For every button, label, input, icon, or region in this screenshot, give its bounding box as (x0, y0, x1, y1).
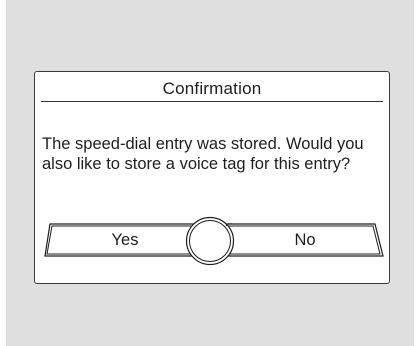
button-bar (44, 216, 384, 266)
yes-button-label: Yes (111, 231, 139, 249)
rotary-knob-icon (185, 216, 235, 266)
no-button-label: No (294, 231, 316, 249)
